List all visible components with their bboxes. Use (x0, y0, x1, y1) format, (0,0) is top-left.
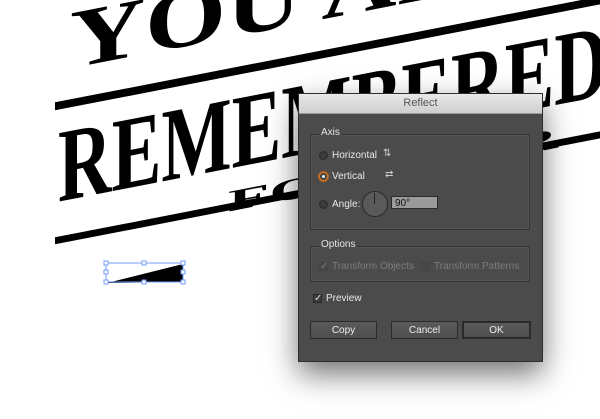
selected-triangle-shape[interactable] (103, 260, 186, 285)
axis-group: Axis (310, 127, 530, 230)
options-legend: Options (319, 239, 358, 250)
transform-patterns-label: Transform Patterns (434, 261, 520, 272)
angle-radio[interactable]: Angle: (319, 199, 360, 210)
horizontal-radio[interactable]: Horizontal (319, 150, 377, 161)
radio-button[interactable] (319, 200, 328, 209)
vertical-radio[interactable]: Vertical (319, 171, 365, 182)
angle-dial[interactable] (362, 191, 388, 217)
transform-objects-label: Transform Objects (332, 261, 414, 272)
transform-patterns-checkbox[interactable]: Transform Patterns (421, 261, 519, 272)
copy-button[interactable]: Copy (310, 321, 377, 339)
radio-button[interactable] (319, 151, 328, 160)
dialog-title[interactable]: Reflect (299, 94, 542, 114)
angle-label: Angle: (332, 199, 361, 210)
axis-legend: Axis (319, 127, 342, 138)
transform-objects-checkbox[interactable]: ✓ Transform Objects (319, 261, 414, 272)
checkbox-checked[interactable]: ✓ (319, 262, 328, 272)
cancel-button[interactable]: Cancel (391, 321, 458, 339)
checkbox-checked[interactable]: ✓ (313, 294, 322, 304)
preview-checkbox[interactable]: ✓ Preview (313, 293, 362, 304)
reflect-vertical-icon: ⇄ (385, 169, 394, 180)
ok-button[interactable]: OK (462, 321, 531, 339)
angle-input[interactable]: 90° (391, 196, 438, 209)
preview-label: Preview (326, 293, 362, 304)
radio-button-selected[interactable] (319, 172, 328, 181)
reflect-horizontal-icon: ⇅ (383, 148, 392, 159)
vertical-label: Vertical (332, 171, 365, 182)
checkbox-unchecked[interactable] (421, 262, 430, 271)
reflect-dialog: Reflect Axis Horizontal ⇅ Vertical ⇄ Ang… (298, 93, 543, 362)
horizontal-label: Horizontal (332, 150, 378, 161)
